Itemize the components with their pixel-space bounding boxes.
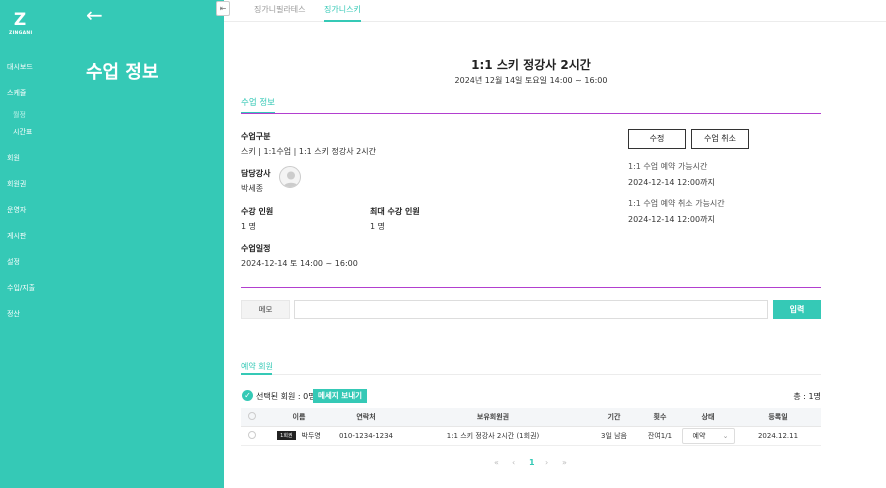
send-message-button[interactable]: 메세지 보내기 xyxy=(313,389,367,403)
logo-text: ZINGANI xyxy=(9,31,33,36)
total-count: 총 : 1명 xyxy=(793,392,821,401)
cancel-deadline-label: 1:1 수업 예약 취소 가능시간 xyxy=(628,199,725,208)
member-phone: 010-1234-1234 xyxy=(335,426,397,446)
class-title: 1:1 스키 정강사 2시간 xyxy=(471,58,591,72)
reservations-divider xyxy=(241,374,821,375)
select-all-checkbox[interactable] xyxy=(241,408,263,427)
section-divider xyxy=(241,113,821,114)
cancel-class-button[interactable]: 수업 취소 xyxy=(691,129,749,149)
section-tab-class-info[interactable]: 수업 정보 xyxy=(241,96,275,108)
instructor-avatar xyxy=(279,166,301,188)
page-number-current[interactable]: 1 xyxy=(529,458,535,467)
reserve-deadline-value: 2024-12-14 12:00까지 xyxy=(628,178,715,187)
class-type-label: 수업구분 xyxy=(241,132,271,141)
sidebar-item-operators[interactable]: 운영자 xyxy=(7,205,26,215)
membership-badge: 1회권 xyxy=(277,431,296,440)
member-name-cell[interactable]: 1회권 박두영 xyxy=(263,426,335,446)
sidebar-subitem-monthly[interactable]: 월정 xyxy=(13,110,26,120)
max-capacity-label: 최대 수강 인원 xyxy=(370,207,420,216)
instructor-value: 박세종 xyxy=(241,184,264,193)
status-value: 예약 xyxy=(692,431,706,440)
sidebar: Z ZINGANI ← 수업 정보 대시보드 스케쥴 월정 시간표 회원 회원권… xyxy=(0,0,224,488)
logo-mark: Z xyxy=(13,10,27,30)
sidebar-item-settlement[interactable]: 정산 xyxy=(7,309,20,319)
status-select[interactable]: 예약 ⌄ xyxy=(681,427,735,444)
member-membership: 1:1 스키 정강사 2시간 (1회권) xyxy=(397,426,589,446)
checkbox-icon xyxy=(248,411,256,420)
sidebar-item-settings[interactable]: 설정 xyxy=(7,257,20,267)
sidebar-item-dashboard[interactable]: 대시보드 xyxy=(7,62,33,72)
column-header-name: 이름 xyxy=(263,408,335,427)
memo-submit-button[interactable]: 입력 xyxy=(773,300,821,319)
tab-zingani-pilates[interactable]: 징가니필라테스 xyxy=(254,4,306,22)
column-header-membership: 보유회원권 xyxy=(397,408,589,427)
tab-zingani-ski[interactable]: 징가니스키 xyxy=(324,4,361,22)
first-page-icon[interactable]: « xyxy=(494,458,499,467)
memo-divider xyxy=(241,287,821,288)
sidebar-item-income-expense[interactable]: 수입/지출 xyxy=(7,283,35,293)
reservations-table: 이름 연락처 보유회원권 기간 횟수 상태 등록일 1회권 박두영 010-123… xyxy=(241,408,821,446)
sidebar-item-board[interactable]: 게시판 xyxy=(7,231,26,241)
back-arrow-icon[interactable]: ← xyxy=(86,4,103,26)
chevron-down-icon: ⌄ xyxy=(722,431,729,440)
schedule-value: 2024-12-14 토 14:00 ~ 16:00 xyxy=(241,259,358,268)
checkbox-icon xyxy=(248,430,256,439)
table-row[interactable]: 1회권 박두영 010-1234-1234 1:1 스키 정강사 2시간 (1회권… xyxy=(241,426,821,446)
member-count: 잔여1/1 xyxy=(639,426,681,446)
class-type-value: 스키 | 1:1수업 | 1:1 스키 정강사 2시간 xyxy=(241,147,376,156)
schedule-label: 수업일정 xyxy=(241,244,271,253)
capacity-label: 수강 인원 xyxy=(241,207,274,216)
cancel-deadline-value: 2024-12-14 12:00까지 xyxy=(628,215,715,224)
max-capacity-value: 1 명 xyxy=(370,222,385,231)
check-icon: ✓ xyxy=(242,390,253,401)
table-header-row: 이름 연락처 보유회원권 기간 횟수 상태 등록일 xyxy=(241,408,821,427)
user-icon xyxy=(283,171,299,187)
edit-class-button[interactable]: 수정 xyxy=(628,129,686,149)
column-header-registered: 등록일 xyxy=(735,408,821,427)
reserve-deadline-label: 1:1 수업 예약 가능시간 xyxy=(628,162,708,171)
page-heading: 수업 정보 xyxy=(86,62,159,83)
next-page-icon[interactable]: › xyxy=(545,458,548,467)
reservations-tab-underline xyxy=(241,373,272,375)
prev-page-icon[interactable]: ‹ xyxy=(512,458,515,467)
sidebar-item-schedule[interactable]: 스케쥴 xyxy=(7,88,26,98)
brand-logo[interactable]: Z ZINGANI xyxy=(9,10,33,36)
sidebar-item-memberships[interactable]: 회원권 xyxy=(7,179,26,189)
selected-count: 선택된 회원 : 0명 xyxy=(256,392,316,401)
section-tab-reservations[interactable]: 예약 회원 xyxy=(241,361,273,372)
column-header-phone: 연락처 xyxy=(335,408,397,427)
member-name: 박두영 xyxy=(301,431,321,440)
member-registered: 2024.12.11 xyxy=(735,426,821,446)
top-tabs: 징가니필라테스 징가니스키 xyxy=(224,0,886,22)
member-period: 3일 남음 xyxy=(589,426,639,446)
sidebar-subitem-timetable[interactable]: 시간표 xyxy=(13,127,32,137)
instructor-label: 담당강사 xyxy=(241,169,271,178)
member-status-cell: 예약 ⌄ xyxy=(681,426,735,446)
column-header-status: 상태 xyxy=(681,408,735,427)
memo-input[interactable] xyxy=(294,300,768,319)
column-header-count: 횟수 xyxy=(639,408,681,427)
capacity-value: 1 명 xyxy=(241,222,256,231)
row-checkbox[interactable] xyxy=(241,426,263,446)
column-header-period: 기간 xyxy=(589,408,639,427)
class-datetime: 2024년 12월 14일 토요일 14:00 ~ 16:00 xyxy=(454,76,608,85)
last-page-icon[interactable]: » xyxy=(562,458,567,467)
memo-label: 메모 xyxy=(241,300,290,319)
sidebar-item-members[interactable]: 회원 xyxy=(7,153,20,163)
